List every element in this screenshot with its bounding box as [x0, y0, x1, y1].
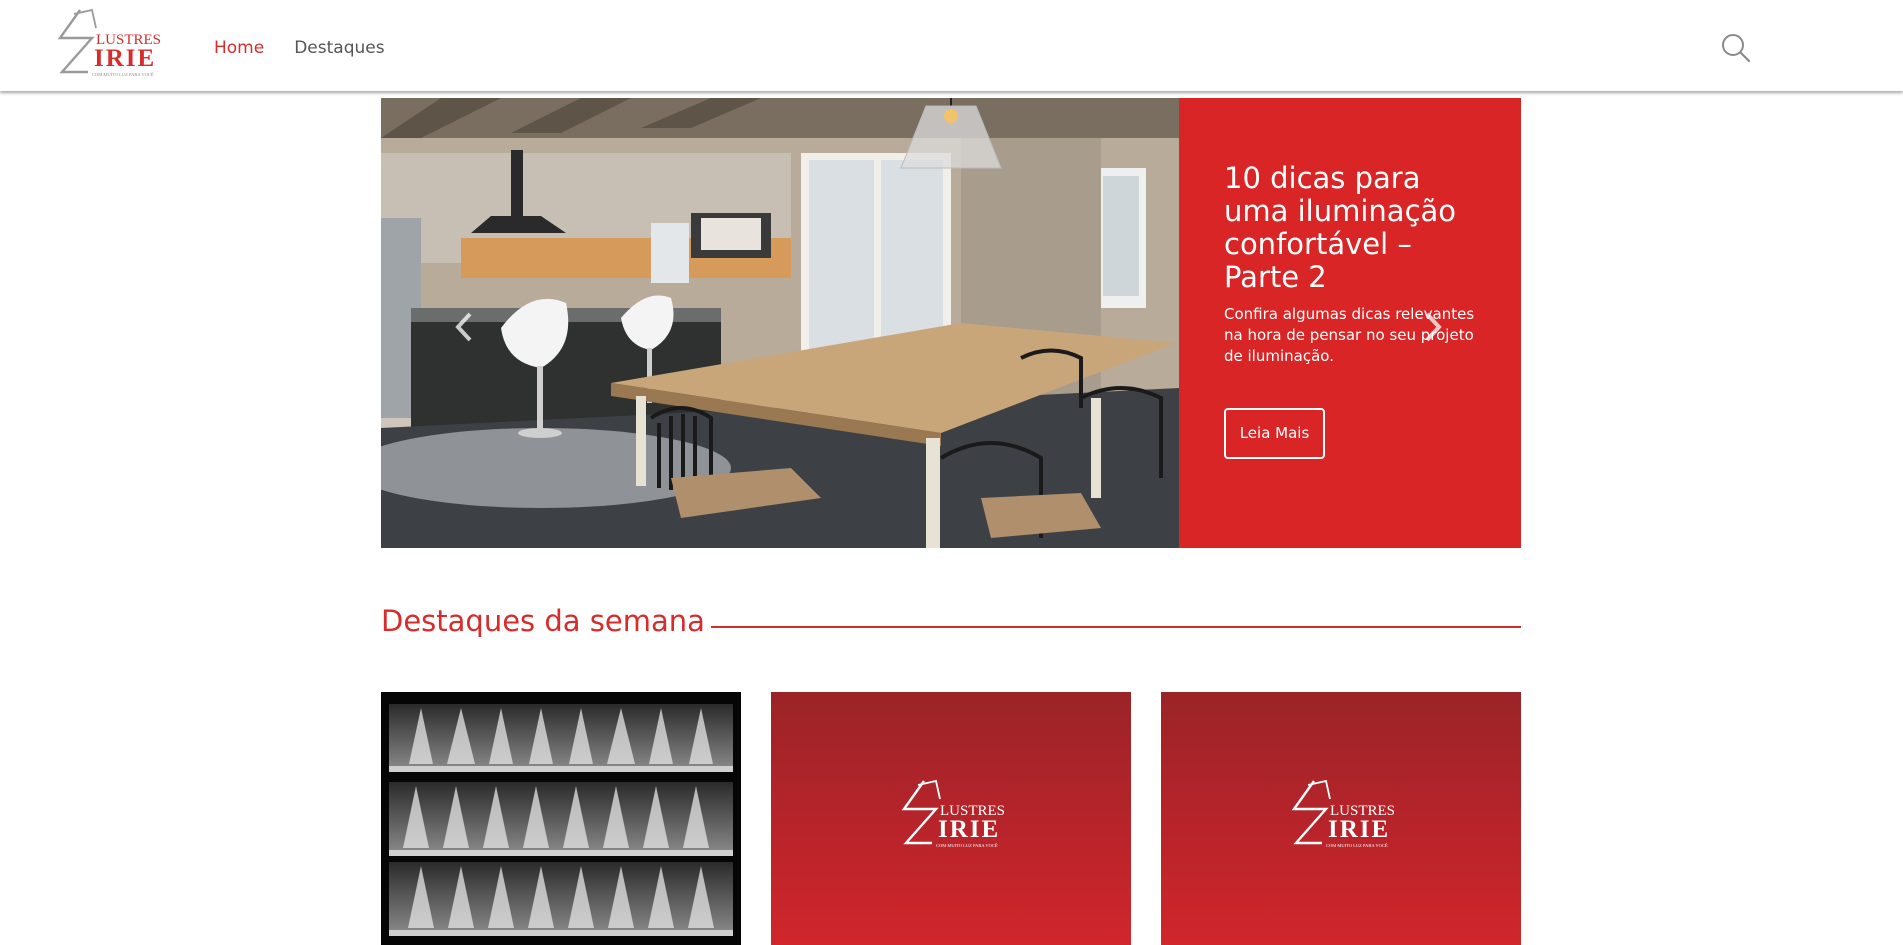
- svg-text:COM MUITO LUZ PARA VOCÊ: COM MUITO LUZ PARA VOCÊ: [1326, 843, 1388, 848]
- chevron-left-icon[interactable]: [453, 310, 475, 344]
- light-shelves-image: [381, 692, 741, 945]
- page: LUSTRES IRIE COM MUITO LUZ PARA VOCÊ Hom…: [0, 0, 1903, 945]
- hero-kitchen-image: [381, 98, 1179, 548]
- search-icon[interactable]: [1720, 32, 1752, 64]
- hero-title: 10 dicas para uma iluminação confortável…: [1224, 161, 1457, 294]
- svg-text:IRIE: IRIE: [938, 816, 1000, 843]
- hero-carousel: 10 dicas para uma iluminação confortável…: [381, 98, 1521, 548]
- nav-link-destaques[interactable]: Destaques: [294, 38, 384, 58]
- svg-text:IRIE: IRIE: [1328, 816, 1390, 843]
- svg-text:IRIE: IRIE: [94, 45, 156, 72]
- hero-description: Confira algumas dicas relevantes na hora…: [1224, 305, 1475, 365]
- highlight-card-3[interactable]: LUSTRES IRIE COM MUITO LUZ PARA VOCÊ: [1161, 692, 1521, 945]
- main-nav: Home Destaques: [214, 38, 385, 58]
- svg-text:COM MUITO LUZ PARA VOCÊ: COM MUITO LUZ PARA VOCÊ: [936, 843, 998, 848]
- svg-text:COM MUITO LUZ PARA VOCÊ: COM MUITO LUZ PARA VOCÊ: [92, 72, 154, 77]
- read-more-button[interactable]: Leia Mais: [1224, 408, 1325, 459]
- highlight-card-2[interactable]: LUSTRES IRIE COM MUITO LUZ PARA VOCÊ: [771, 692, 1131, 945]
- site-header: LUSTRES IRIE COM MUITO LUZ PARA VOCÊ Hom…: [0, 0, 1903, 91]
- card-logo: LUSTRES IRIE COM MUITO LUZ PARA VOCÊ: [1291, 779, 1395, 848]
- site-logo[interactable]: LUSTRES IRIE COM MUITO LUZ PARA VOCÊ: [52, 8, 164, 80]
- nav-link-home[interactable]: Home: [214, 38, 264, 58]
- section-divider: [711, 626, 1521, 628]
- chevron-right-icon[interactable]: [1422, 310, 1444, 344]
- logo-lamp-icon: [57, 9, 95, 74]
- highlight-card-1[interactable]: [381, 692, 741, 945]
- hero-text-panel: 10 dicas para uma iluminação confortável…: [1179, 98, 1521, 548]
- section-title: Destaques da semana: [381, 604, 705, 638]
- card-logo: LUSTRES IRIE COM MUITO LUZ PARA VOCÊ: [901, 779, 1005, 848]
